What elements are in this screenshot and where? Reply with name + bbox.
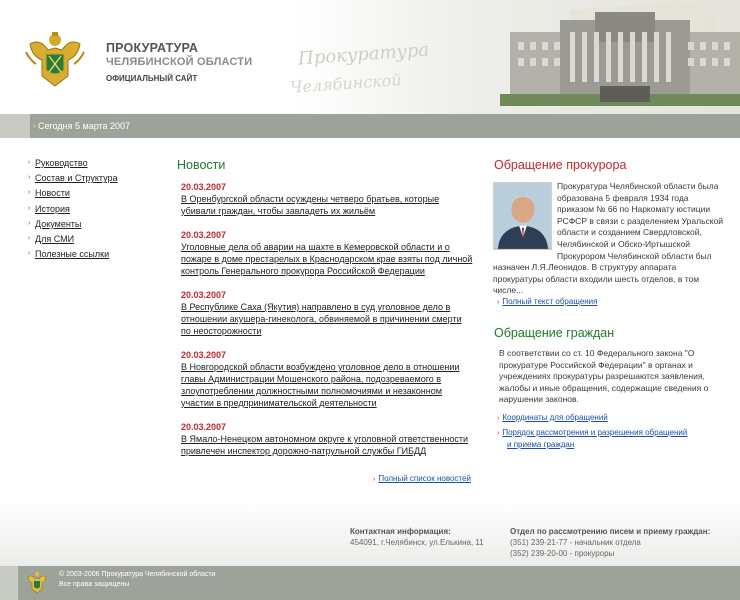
letters-dept-title: Отдел по рассмотрению писем и приему гра… xyxy=(510,527,711,536)
site-footer: © 2003-2006 Прокуратура Челябинской обла… xyxy=(0,566,740,600)
nav-item-label: Состав и Структура xyxy=(35,173,118,184)
arrow-right-icon: › xyxy=(28,234,31,242)
arrow-right-icon: › xyxy=(28,250,31,258)
full-appeal-link[interactable]: Полный текст обращения xyxy=(502,297,597,306)
news-list: 20.03.2007 В Оренбургской области осужде… xyxy=(181,181,473,469)
arrow-right-icon: › xyxy=(497,415,500,422)
news-link[interactable]: В Республике Саха (Якутия) направлено в … xyxy=(181,302,462,336)
all-news-link[interactable]: Полный список новостей xyxy=(378,474,471,483)
arrow-right-icon: › xyxy=(497,299,500,306)
news-link[interactable]: В Оренбургской области осуждены четверо … xyxy=(181,194,439,216)
site-subtitle: ЧЕЛЯБИНСКОЙ ОБЛАСТИ xyxy=(106,56,253,68)
nav-item-label: История xyxy=(35,203,70,214)
news-date: 20.03.2007 xyxy=(181,422,227,432)
current-date: Сегодня 5 марта 2007 xyxy=(38,121,131,131)
appeal-procedure-link[interactable]: Порядок рассмотрения и разрешения обраще… xyxy=(502,428,687,437)
date-bar-accent xyxy=(0,114,30,138)
contacts-for-appeals-link[interactable]: Координаты для обращений xyxy=(502,413,607,422)
news-link[interactable]: Уголовные дела об аварии на шахте в Кеме… xyxy=(181,242,472,276)
citizen-heading: Обращение граждан xyxy=(494,326,615,340)
phone-prosecutors: (352) 239-20-00 - прокуроры xyxy=(510,549,615,558)
contact-title: Контактная информация: xyxy=(350,527,451,536)
arrow-right-icon: › xyxy=(28,189,31,197)
copyright: © 2003-2006 Прокуратура Челябинской обла… xyxy=(59,571,216,578)
arrow-right-icon: › xyxy=(497,430,500,437)
news-item: 20.03.2007 Уголовные дела об аварии на ш… xyxy=(181,229,473,277)
news-item: 20.03.2007 В Ямало-Ненецком автономном о… xyxy=(181,421,473,457)
site-header: ПРОКУРАТУРА ЧЕЛЯБИНСКОЙ ОБЛАСТИ ОФИЦИАЛЬ… xyxy=(0,0,740,114)
footer-emblem-icon xyxy=(27,572,47,594)
nav-item-history[interactable]: › История xyxy=(28,204,158,219)
nav-item-label: Документы xyxy=(35,218,82,229)
citizen-link-wrap: › Порядок рассмотрения и разрешения обращ… xyxy=(497,427,717,450)
news-item: 20.03.2007 В Новгородской области возбуж… xyxy=(181,349,473,409)
news-date: 20.03.2007 xyxy=(181,350,227,360)
header-script-decoration: Прокуратура xyxy=(297,39,430,70)
nav-item-documents[interactable]: › Документы xyxy=(28,219,158,234)
arrow-right-icon: › xyxy=(28,219,31,227)
news-date: 20.03.2007 xyxy=(181,290,227,300)
nav-item-leadership[interactable]: › Руководство xyxy=(28,158,158,173)
citizen-text: В соответствии со ст. 10 Федерального за… xyxy=(499,348,709,404)
news-item: 20.03.2007 В Оренбургской области осужде… xyxy=(181,181,473,217)
news-link[interactable]: В Ямало-Ненецком автономном округе к уго… xyxy=(181,434,468,456)
nav-item-label: Полезные ссылки xyxy=(35,249,110,260)
contact-info: Контактная информация: 454091, г.Челябин… xyxy=(350,526,484,548)
news-date: 20.03.2007 xyxy=(181,182,227,192)
nav-item-structure[interactable]: › Состав и Структура xyxy=(28,173,158,188)
building-image xyxy=(500,2,740,106)
news-link[interactable]: В Новгородской области возбуждено уголов… xyxy=(181,362,459,408)
date-bar: › Сегодня 5 марта 2007 xyxy=(0,114,740,138)
nav-item-label: Для СМИ xyxy=(35,233,75,244)
news-date: 20.03.2007 xyxy=(181,230,227,240)
nav-item-label: Руководство xyxy=(35,158,88,168)
news-item: 20.03.2007 В Республике Саха (Якутия) на… xyxy=(181,289,473,337)
footer-accent xyxy=(0,566,18,600)
news-heading: Новости xyxy=(177,158,226,172)
prosecutor-photo xyxy=(493,182,552,250)
contact-address: 454091, г.Челябинск, ул.Елькина, 11 xyxy=(350,538,484,547)
arrow-right-icon: › xyxy=(33,121,36,130)
nav-item-links[interactable]: › Полезные ссылки xyxy=(28,249,158,264)
all-news-link-wrap: › Полный список новостей xyxy=(373,473,471,483)
nav-item-news[interactable]: › Новости xyxy=(28,188,158,203)
nav-item-media[interactable]: › Для СМИ xyxy=(28,234,158,249)
official-site-label: ОФИЦИАЛЬНЫЙ САЙТ xyxy=(106,74,198,83)
letters-dept-info: Отдел по рассмотрению писем и приему гра… xyxy=(510,526,710,559)
prosecutor-emblem-icon[interactable] xyxy=(22,26,88,92)
rights-reserved: Все права защищены xyxy=(59,581,130,588)
arrow-right-icon: › xyxy=(28,174,31,182)
arrow-right-icon: › xyxy=(373,476,376,483)
phone-head: (351) 239-21-77 - начальник отдела xyxy=(510,538,641,547)
appeal-procedure-link-line2[interactable]: и приема граждан xyxy=(497,439,717,450)
appeal-heading: Обращение прокурора xyxy=(494,158,627,172)
arrow-right-icon: › xyxy=(28,159,31,166)
footer-text: © 2003-2006 Прокуратура Челябинской обла… xyxy=(59,570,216,590)
contacts-section: Контактная информация: 454091, г.Челябин… xyxy=(0,500,740,566)
header-script-decoration-2: Челябинской xyxy=(289,70,403,97)
appeal-link-wrap: › Полный текст обращения xyxy=(497,296,597,306)
citizen-link-wrap: › Координаты для обращений xyxy=(497,412,608,422)
site-title: ПРОКУРАТУРА xyxy=(106,41,199,55)
nav-item-label: Новости xyxy=(35,188,70,199)
arrow-right-icon: › xyxy=(28,204,31,212)
main-nav: › Руководство › Состав и Структура › Новост… xyxy=(28,158,158,264)
